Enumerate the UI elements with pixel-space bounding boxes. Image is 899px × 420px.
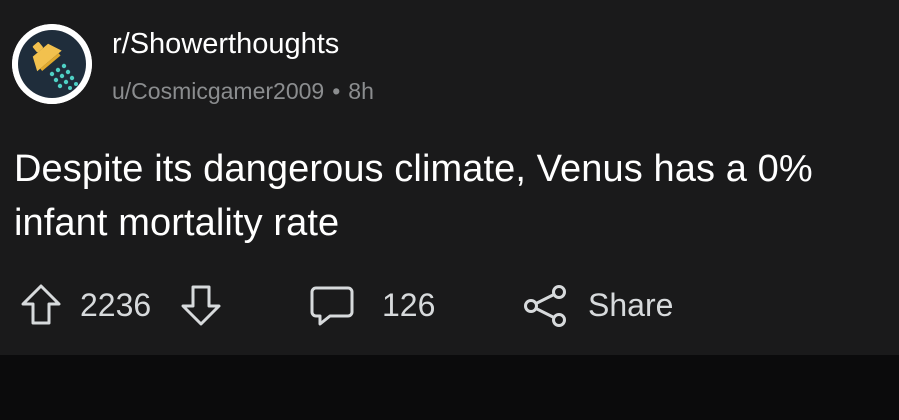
post-meta: u/Cosmicgamer2009 • 8h	[112, 76, 374, 106]
post-actions-bar: 2236 126 Share	[0, 280, 899, 330]
share-icon	[524, 285, 566, 327]
share-label[interactable]: Share	[588, 280, 673, 330]
comment-count[interactable]: 126	[382, 280, 435, 330]
comments-button[interactable]	[308, 280, 356, 330]
subreddit-avatar[interactable]	[12, 24, 92, 104]
vote-score: 2236	[80, 286, 152, 323]
comment-bubble-icon	[310, 286, 354, 326]
post-title[interactable]: Despite its dangerous climate, Venus has…	[14, 142, 884, 250]
downvote-arrow-icon	[181, 285, 221, 326]
share-button[interactable]	[520, 280, 570, 330]
upvote-button[interactable]	[18, 280, 64, 330]
downvote-button[interactable]	[178, 280, 224, 330]
meta-separator: •	[332, 78, 341, 104]
post-card[interactable]: r/Showerthoughts u/Cosmicgamer2009 • 8h De…	[0, 0, 899, 355]
post-age: 8h	[348, 78, 374, 104]
upvote-arrow-icon	[21, 284, 61, 325]
subreddit-name[interactable]: r/Showerthoughts	[112, 26, 339, 62]
feed-gap	[0, 355, 899, 420]
author-name[interactable]: u/Cosmicgamer2009	[112, 78, 324, 104]
lightbulb-shower-icon	[12, 24, 92, 104]
